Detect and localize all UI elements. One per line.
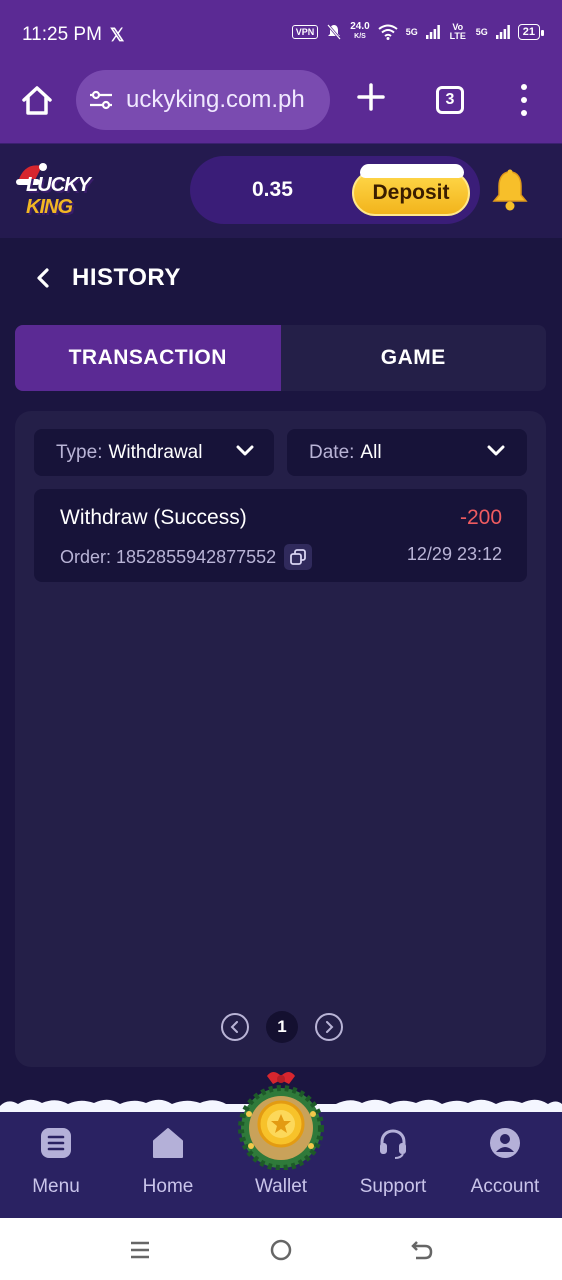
nav-menu[interactable]: Menu: [6, 1126, 106, 1198]
speed-unit: K/S: [354, 33, 366, 40]
headset-icon: [380, 1129, 406, 1159]
date-filter-label: Date:: [309, 441, 355, 463]
url-bar[interactable]: uckyking.com.ph: [76, 70, 330, 130]
type-filter-label: Type:: [56, 441, 103, 463]
nav-account-label: Account: [470, 1176, 540, 1197]
current-page-number[interactable]: 1: [266, 1011, 298, 1043]
browser-toolbar: uckyking.com.ph 3: [0, 70, 562, 144]
type-filter-dropdown[interactable]: Type: Withdrawal: [34, 429, 274, 476]
chevron-left-icon: [230, 1021, 238, 1033]
wifi-icon: [378, 24, 398, 40]
recent-apps-icon[interactable]: [128, 1238, 152, 1262]
balance-amount: 0.35: [252, 178, 293, 201]
signal-bars-icon-2: [495, 25, 510, 39]
transaction-amount: -200: [459, 506, 502, 529]
account-icon: [490, 1128, 520, 1158]
page-title: HISTORY: [72, 264, 181, 291]
transaction-title: Withdraw (Success): [60, 506, 247, 529]
volte-icon: Vo LTE: [449, 22, 466, 41]
home-circle-icon[interactable]: [269, 1238, 293, 1262]
lucky-king-logo[interactable]: LUCKY KING: [14, 160, 96, 222]
nav-support-label: Support: [359, 1176, 427, 1197]
network-speed: 24.0 K/S: [350, 22, 369, 42]
pagination: 1: [221, 1011, 343, 1043]
site-header: LUCKY KING 0.35 Deposit: [0, 144, 562, 238]
system-navigation-bar: [0, 1218, 562, 1280]
date-filter-value: All: [360, 441, 382, 463]
logo-king-text: KING: [26, 196, 73, 218]
nav-support[interactable]: Support: [343, 1126, 443, 1198]
prev-page-button[interactable]: [221, 1013, 249, 1041]
tab-switcher-button[interactable]: 3: [436, 86, 464, 114]
back-chevron-icon[interactable]: [36, 267, 50, 289]
browser-home-icon[interactable]: [20, 84, 54, 118]
nav-home[interactable]: Home: [118, 1126, 218, 1198]
menu-icon: [41, 1128, 71, 1158]
transaction-order: Order: 1852855942877552: [60, 544, 313, 570]
notification-bell-icon[interactable]: [490, 168, 530, 212]
tab-transaction[interactable]: TRANSACTION: [15, 325, 281, 391]
nav-account[interactable]: Account: [455, 1126, 555, 1198]
wallet-coin-icon[interactable]: [229, 1066, 333, 1170]
vpn-icon: VPN: [291, 25, 319, 39]
logo-lucky-text: LUCKY: [26, 174, 91, 196]
transaction-panel: Type: Withdrawal Date: All Withdraw (Suc…: [15, 411, 546, 1067]
transaction-date: 12/29 23:12: [406, 544, 502, 564]
tab-game[interactable]: GAME: [281, 325, 547, 391]
chevron-down-icon: [487, 445, 505, 456]
chevron-down-icon: [236, 445, 254, 456]
x-app-icon: 𝕏: [109, 24, 125, 45]
copy-order-button[interactable]: [284, 544, 313, 570]
nav-home-label: Home: [142, 1176, 194, 1197]
next-page-button[interactable]: [315, 1013, 343, 1041]
site-settings-icon[interactable]: [88, 90, 114, 110]
home-icon: [153, 1128, 183, 1158]
more-options-icon[interactable]: [518, 84, 530, 116]
back-arrow-icon[interactable]: [410, 1238, 434, 1262]
nav-menu-label: Menu: [32, 1176, 80, 1197]
balance-pill: 0.35 Deposit: [190, 156, 480, 224]
copy-icon: [290, 549, 307, 565]
status-bar: 11:25 PM 𝕏 VPN 24.0 K/S 5G Vo LTE 5G 21: [0, 0, 562, 70]
nav-wallet-label: Wallet: [254, 1176, 308, 1197]
signal-5g-icon: 5G: [405, 26, 418, 37]
signal-5g-icon-2: 5G: [475, 26, 488, 37]
status-time: 11:25 PM: [22, 24, 102, 45]
mute-notification-icon: [327, 24, 342, 40]
chevron-right-icon: [326, 1021, 334, 1033]
signal-bars-icon: [425, 25, 440, 39]
transaction-row[interactable]: Withdraw (Success) -200 Order: 185285594…: [34, 489, 527, 582]
battery-icon: 21: [517, 24, 545, 40]
snow-decoration: [360, 164, 464, 178]
url-text: uckyking.com.ph: [126, 86, 305, 113]
type-filter-value: Withdrawal: [108, 441, 203, 463]
status-indicators: VPN 24.0 K/S 5G Vo LTE 5G 21: [291, 22, 545, 42]
history-tabs: TRANSACTION GAME: [15, 325, 546, 391]
page-title-row: HISTORY: [36, 264, 181, 292]
date-filter-dropdown[interactable]: Date: All: [287, 429, 527, 476]
order-number: Order: 1852855942877552: [60, 546, 277, 567]
new-tab-icon[interactable]: [356, 82, 386, 112]
speed-value: 24.0: [350, 21, 370, 32]
